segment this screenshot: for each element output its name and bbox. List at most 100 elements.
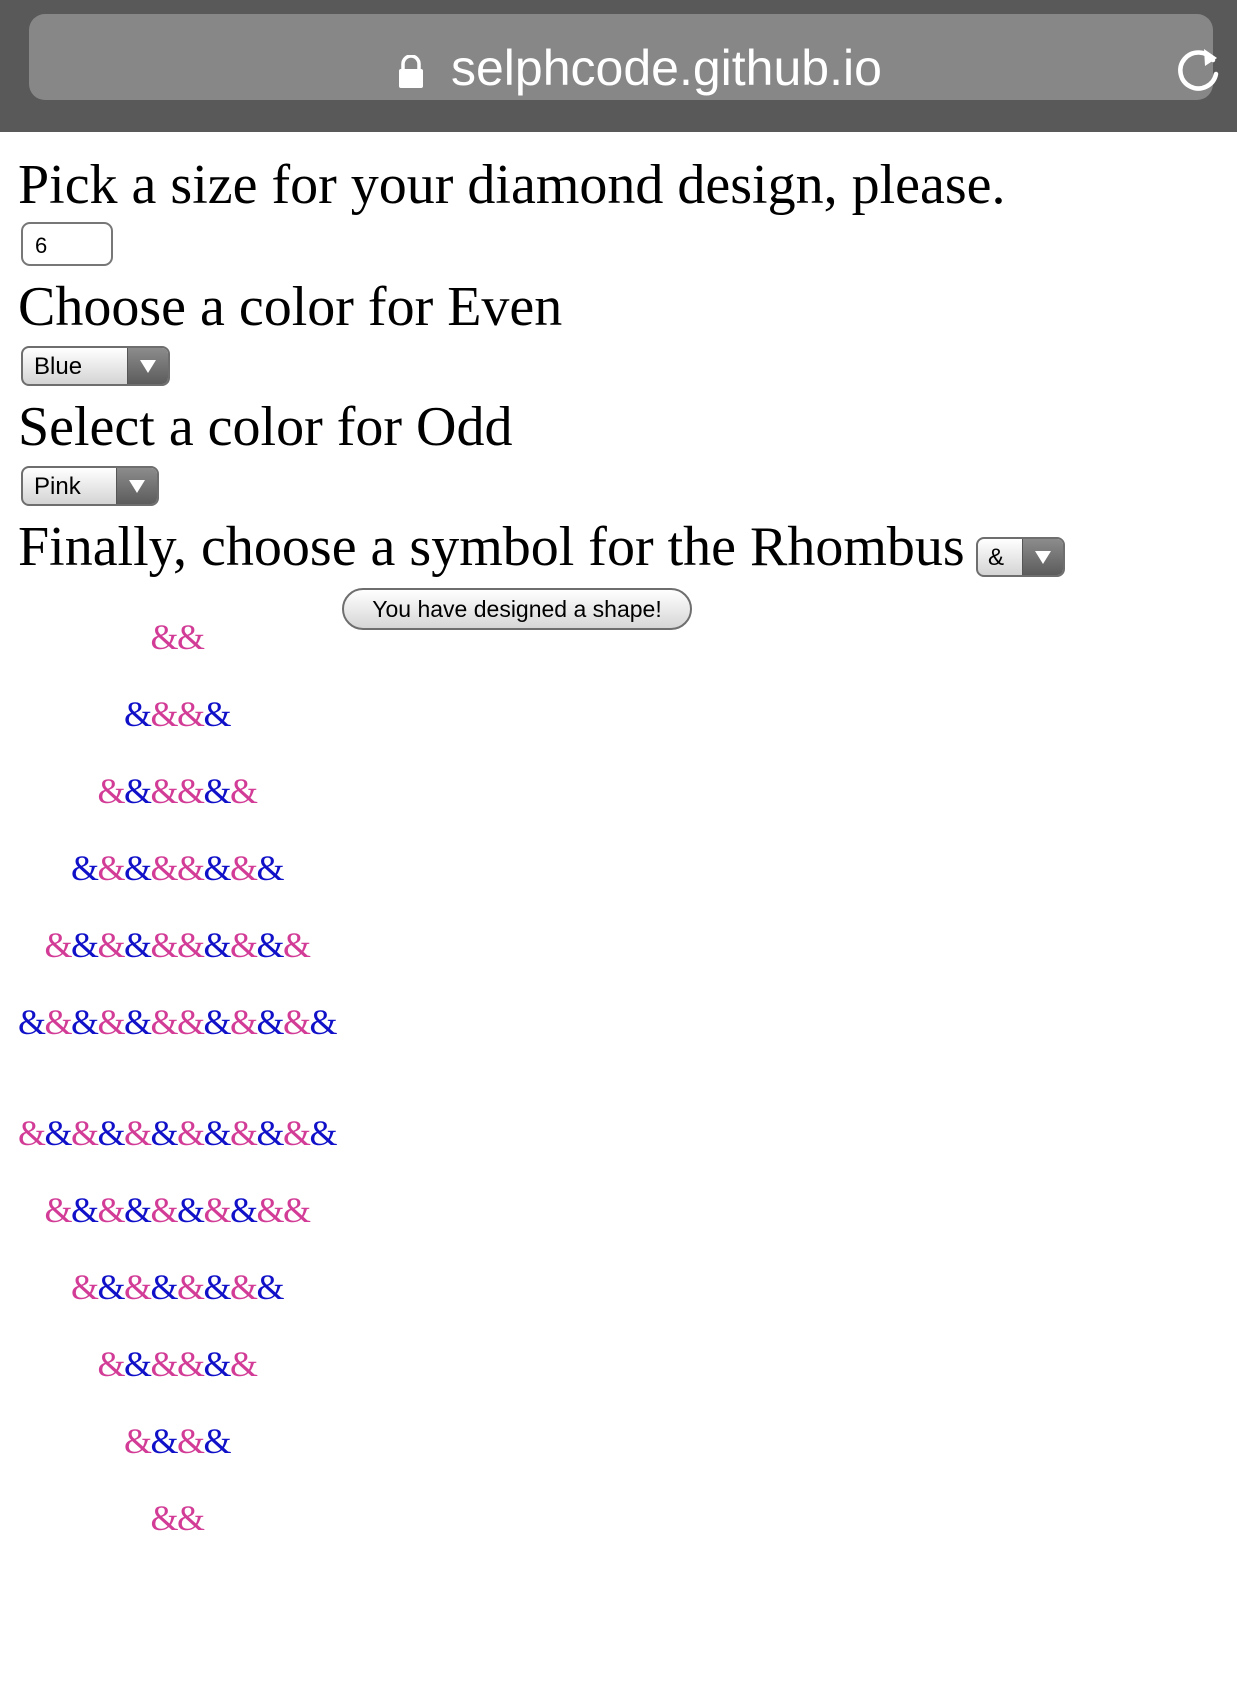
blue-symbol: & xyxy=(71,925,100,965)
pink-symbol: & xyxy=(283,1002,312,1042)
diamond-row: &&&&&&&& xyxy=(71,848,285,888)
blue-symbol: & xyxy=(18,1002,47,1042)
pink-symbol: & xyxy=(97,848,126,888)
chevron-down-icon xyxy=(1022,539,1063,575)
pink-symbol: & xyxy=(230,771,259,811)
blue-symbol: & xyxy=(203,1344,232,1384)
diamond-row: &&&&&&&&&& xyxy=(44,925,312,965)
odd-color-select[interactable]: Pink xyxy=(21,466,159,506)
pink-symbol: & xyxy=(256,1190,285,1230)
pink-symbol: & xyxy=(230,848,259,888)
pink-symbol: & xyxy=(177,694,206,734)
pink-symbol: & xyxy=(177,1421,206,1461)
blue-symbol: & xyxy=(256,1113,285,1153)
blue-symbol: & xyxy=(177,1190,206,1230)
pink-symbol: & xyxy=(124,1421,153,1461)
diamond-row: &&&& xyxy=(124,694,232,734)
size-input[interactable]: 6 xyxy=(21,222,113,266)
pink-symbol: & xyxy=(150,1498,179,1538)
design-shape-button[interactable]: You have designed a shape! xyxy=(342,588,692,630)
chevron-down-icon xyxy=(127,348,168,384)
pink-symbol: & xyxy=(18,1113,47,1153)
diamond-row: &&&&&&&&&&&& xyxy=(18,1113,338,1153)
blue-symbol: & xyxy=(203,694,232,734)
blue-symbol: & xyxy=(97,1113,126,1153)
blue-symbol: & xyxy=(71,1002,100,1042)
pink-symbol: & xyxy=(230,1267,259,1307)
blue-symbol: & xyxy=(203,1267,232,1307)
blue-symbol: & xyxy=(203,1002,232,1042)
pink-symbol: & xyxy=(150,771,179,811)
blue-symbol: & xyxy=(124,1002,153,1042)
pink-symbol: & xyxy=(177,1002,206,1042)
diamond-row: && xyxy=(151,617,206,657)
blue-symbol: & xyxy=(256,848,285,888)
pink-symbol: & xyxy=(44,1002,73,1042)
blue-symbol: & xyxy=(203,848,232,888)
blue-symbol: & xyxy=(124,1190,153,1230)
even-color-value: Blue xyxy=(34,353,83,380)
pink-symbol: & xyxy=(97,925,126,965)
blue-symbol: & xyxy=(203,925,232,965)
even-color-prompt: Choose a color for Even xyxy=(18,276,563,338)
symbol-select[interactable]: & xyxy=(976,537,1065,577)
chevron-down-icon xyxy=(116,468,157,504)
pink-symbol: & xyxy=(177,771,206,811)
pink-symbol: & xyxy=(230,1113,259,1153)
even-color-select[interactable]: Blue xyxy=(21,346,170,386)
odd-color-value: Pink xyxy=(34,473,81,500)
blue-symbol: & xyxy=(150,1421,179,1461)
pink-symbol: & xyxy=(44,925,73,965)
reload-icon[interactable] xyxy=(1173,44,1223,96)
pink-symbol: & xyxy=(230,925,259,965)
pink-symbol: & xyxy=(283,1190,312,1230)
blue-symbol: & xyxy=(230,1190,259,1230)
pink-symbol: & xyxy=(230,1002,259,1042)
blue-symbol: & xyxy=(97,1267,126,1307)
diamond-row: &&&& xyxy=(124,1421,232,1461)
pink-symbol: & xyxy=(44,1190,73,1230)
diamond-row: && xyxy=(150,1498,206,1538)
blue-symbol: & xyxy=(309,1002,338,1042)
size-prompt: Pick a size for your diamond design, ple… xyxy=(18,154,1006,216)
lock-icon xyxy=(399,55,423,88)
blue-symbol: & xyxy=(256,925,285,965)
symbol-prompt: Finally, choose a symbol for the Rhombus xyxy=(18,516,965,578)
pink-symbol: & xyxy=(124,1267,153,1307)
url-text: selphcode.github.io xyxy=(451,40,882,96)
pink-symbol: & xyxy=(150,1002,179,1042)
diamond-row: &&&&&& xyxy=(98,1344,259,1384)
blue-symbol: & xyxy=(44,1113,73,1153)
blue-symbol: & xyxy=(203,1421,232,1461)
blue-symbol: & xyxy=(124,925,153,965)
blue-symbol: & xyxy=(124,1344,153,1384)
pink-symbol: & xyxy=(124,1113,153,1153)
blue-symbol: & xyxy=(256,1002,285,1042)
symbol-value: & xyxy=(988,544,1005,571)
browser-chrome: selphcode.github.io xyxy=(0,0,1237,132)
blue-symbol: & xyxy=(309,1113,338,1153)
pink-symbol: & xyxy=(150,1344,179,1384)
pink-symbol: & xyxy=(283,925,312,965)
pink-symbol: & xyxy=(203,1190,232,1230)
diamond-row: &&&&&&&& xyxy=(71,1267,285,1307)
diamond-row: &&&&&& xyxy=(97,771,259,811)
blue-symbol: & xyxy=(71,848,100,888)
odd-color-prompt: Select a color for Odd xyxy=(18,396,513,458)
blue-symbol: & xyxy=(256,1267,285,1307)
pink-symbol: & xyxy=(71,1113,100,1153)
address-bar[interactable]: selphcode.github.io xyxy=(29,14,1219,100)
diamond-row: &&&&&&&&&& xyxy=(44,1190,312,1230)
pink-symbol: & xyxy=(177,1113,206,1153)
blue-symbol: & xyxy=(124,771,153,811)
pink-symbol: & xyxy=(283,1113,312,1153)
blue-symbol: & xyxy=(203,771,232,811)
pink-symbol: & xyxy=(177,848,206,888)
pink-symbol: & xyxy=(97,1002,126,1042)
blue-symbol: & xyxy=(124,694,153,734)
pink-symbol: & xyxy=(97,771,126,811)
blue-symbol: & xyxy=(150,1267,179,1307)
pink-symbol: & xyxy=(230,1344,259,1384)
blue-symbol: & xyxy=(150,1113,179,1153)
pink-symbol: & xyxy=(150,1190,179,1230)
